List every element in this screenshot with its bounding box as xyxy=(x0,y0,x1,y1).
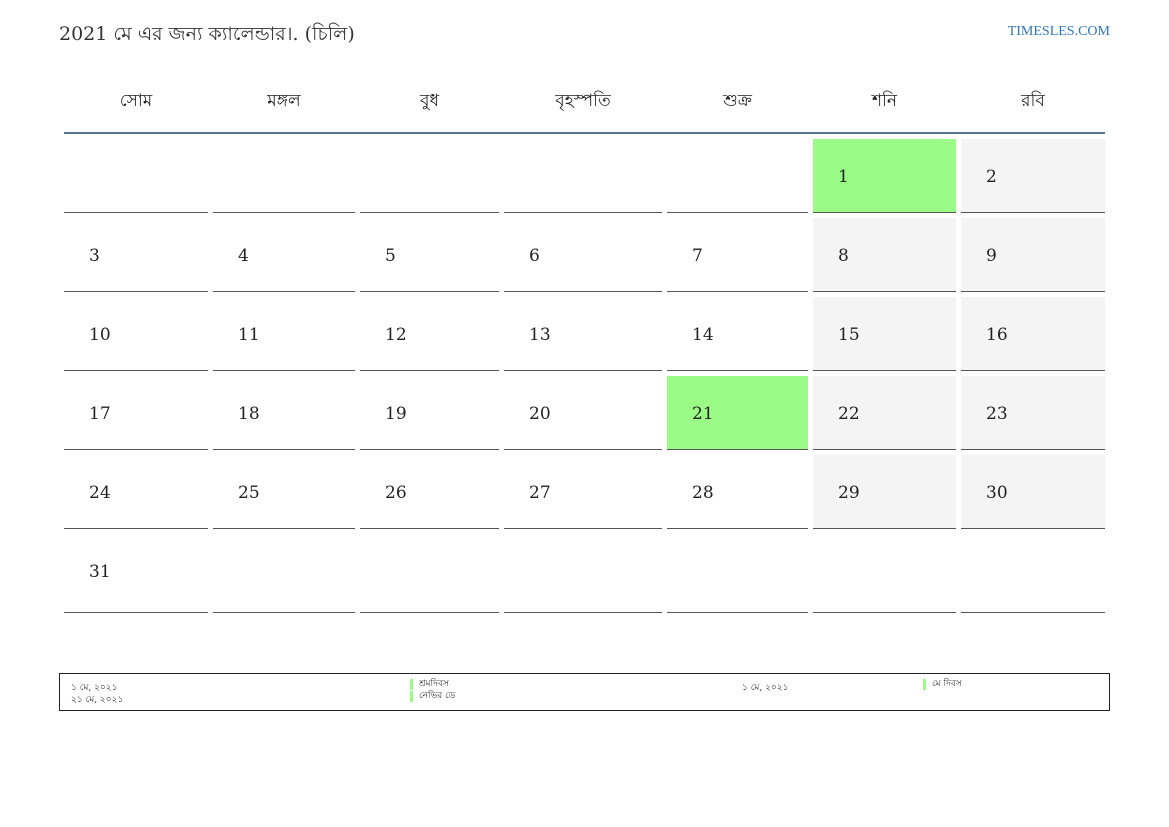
empty-day-cell xyxy=(360,534,499,613)
legend-holiday-name: মে দিবস xyxy=(923,679,962,690)
day-number: 31 xyxy=(89,562,111,582)
empty-day-cell xyxy=(667,534,808,613)
day-cell[interactable]: 28 xyxy=(667,455,808,529)
holiday-legend: ১ মে, ২০২১ ২১ মে, ২০২১ শ্রমদিবস নেভির ডে… xyxy=(59,673,1110,711)
page-title: 2021 মে এর জন্য ক্যালেন্ডার।. (চিলি) xyxy=(59,23,355,45)
legend-date: ২১ মে, ২০২১ xyxy=(71,695,124,705)
day-number: 6 xyxy=(529,246,540,266)
day-cell[interactable]: 25 xyxy=(213,455,355,529)
day-cell[interactable]: 5 xyxy=(360,218,499,292)
day-cell[interactable]: 9 xyxy=(961,218,1105,292)
day-cell[interactable]: 19 xyxy=(360,376,499,450)
day-cell[interactable]: 27 xyxy=(504,455,662,529)
day-number: 13 xyxy=(529,325,551,345)
day-number: 26 xyxy=(385,483,407,503)
empty-day-cell xyxy=(504,139,662,213)
day-number: 21 xyxy=(692,404,714,424)
calendar-week-row: 3 4 5 6 7 8 9 xyxy=(64,218,1105,292)
day-cell[interactable]: 15 xyxy=(813,297,956,371)
day-number: 3 xyxy=(89,246,100,266)
day-cell[interactable]: 10 xyxy=(64,297,208,371)
weekday-wed: বুধ xyxy=(420,91,439,111)
empty-day-cell xyxy=(213,139,355,213)
weekday-header: সোম মঙ্গল বুধ বৃহস্পতি শুক্র শনি রবি xyxy=(64,72,1105,134)
day-cell[interactable]: 18 xyxy=(213,376,355,450)
day-cell[interactable]: 13 xyxy=(504,297,662,371)
day-number: 15 xyxy=(838,325,860,345)
weekday-fri: শুক্র xyxy=(723,91,752,111)
empty-day-cell xyxy=(961,534,1105,613)
day-number: 18 xyxy=(238,404,260,424)
weekday-mon: সোম xyxy=(119,91,153,111)
day-cell[interactable]: 30 xyxy=(961,455,1105,529)
empty-day-cell xyxy=(504,534,662,613)
weekday-tue: মঙ্গল xyxy=(267,91,301,111)
day-cell[interactable]: 23 xyxy=(961,376,1105,450)
weekday-thu: বৃহস্পতি xyxy=(555,91,611,111)
day-number: 24 xyxy=(89,483,111,503)
day-number: 5 xyxy=(385,246,396,266)
day-number: 25 xyxy=(238,483,260,503)
day-cell[interactable]: 12 xyxy=(360,297,499,371)
day-number: 11 xyxy=(238,325,260,345)
day-cell[interactable]: 16 xyxy=(961,297,1105,371)
day-cell[interactable]: 26 xyxy=(360,455,499,529)
day-number: 28 xyxy=(692,483,714,503)
day-number: 4 xyxy=(238,246,249,266)
day-number: 1 xyxy=(838,167,849,187)
day-number: 29 xyxy=(838,483,860,503)
legend-holiday-name: নেভির ডে xyxy=(410,691,455,702)
day-cell[interactable]: 4 xyxy=(213,218,355,292)
day-cell[interactable]: 8 xyxy=(813,218,956,292)
empty-day-cell xyxy=(213,534,355,613)
day-cell[interactable]: 20 xyxy=(504,376,662,450)
empty-day-cell xyxy=(360,139,499,213)
day-cell[interactable]: 3 xyxy=(64,218,208,292)
day-number: 22 xyxy=(838,404,860,424)
calendar-weeks: 1 2 3 4 5 6 7 8 9 10 11 12 13 14 15 16 17 18 19 20 21 22 23 24 2… xyxy=(64,139,1105,613)
day-number: 17 xyxy=(89,404,111,424)
site-link[interactable]: TIMESLES.COM xyxy=(1008,24,1110,40)
day-cell[interactable]: 6 xyxy=(504,218,662,292)
weekday-sun: রবি xyxy=(1021,91,1045,111)
day-number: 9 xyxy=(986,246,997,266)
day-cell[interactable]: 7 xyxy=(667,218,808,292)
day-number: 2 xyxy=(986,167,997,187)
day-cell[interactable]: 17 xyxy=(64,376,208,450)
empty-day-cell xyxy=(667,139,808,213)
day-cell[interactable]: 1 xyxy=(813,139,956,213)
calendar-week-row: 31 xyxy=(64,534,1105,613)
day-cell[interactable]: 14 xyxy=(667,297,808,371)
day-number: 20 xyxy=(529,404,551,424)
day-number: 30 xyxy=(986,483,1008,503)
day-cell[interactable]: 11 xyxy=(213,297,355,371)
day-cell[interactable]: 31 xyxy=(64,534,208,613)
day-cell[interactable]: 24 xyxy=(64,455,208,529)
calendar-grid: সোম মঙ্গল বুধ বৃহস্পতি শুক্র শনি রবি 123… xyxy=(64,72,1105,613)
day-number: 16 xyxy=(986,325,1008,345)
legend-date: ১ মে, ২০২১ xyxy=(742,683,789,693)
calendar-week-row: 12 xyxy=(64,139,1105,213)
day-number: 23 xyxy=(986,404,1008,424)
day-number: 10 xyxy=(89,325,111,345)
day-number: 7 xyxy=(692,246,703,266)
day-cell[interactable]: 2 xyxy=(961,139,1105,213)
day-cell[interactable]: 22 xyxy=(813,376,956,450)
day-cell[interactable]: 29 xyxy=(813,455,956,529)
empty-day-cell xyxy=(813,534,956,613)
day-number: 12 xyxy=(385,325,407,345)
day-number: 27 xyxy=(529,483,551,503)
weekday-sat: শনি xyxy=(871,91,898,111)
day-cell[interactable]: 21 xyxy=(667,376,808,450)
calendar-week-row: 17 18 19 20 21 22 23 xyxy=(64,376,1105,450)
empty-day-cell xyxy=(64,139,208,213)
calendar-week-row: 10 11 12 13 14 15 16 xyxy=(64,297,1105,371)
calendar-week-row: 24 25 26 27 28 29 30 xyxy=(64,455,1105,529)
day-number: 14 xyxy=(692,325,714,345)
day-number: 8 xyxy=(838,246,849,266)
day-number: 19 xyxy=(385,404,407,424)
legend-holiday-name: শ্রমদিবস xyxy=(410,679,449,690)
